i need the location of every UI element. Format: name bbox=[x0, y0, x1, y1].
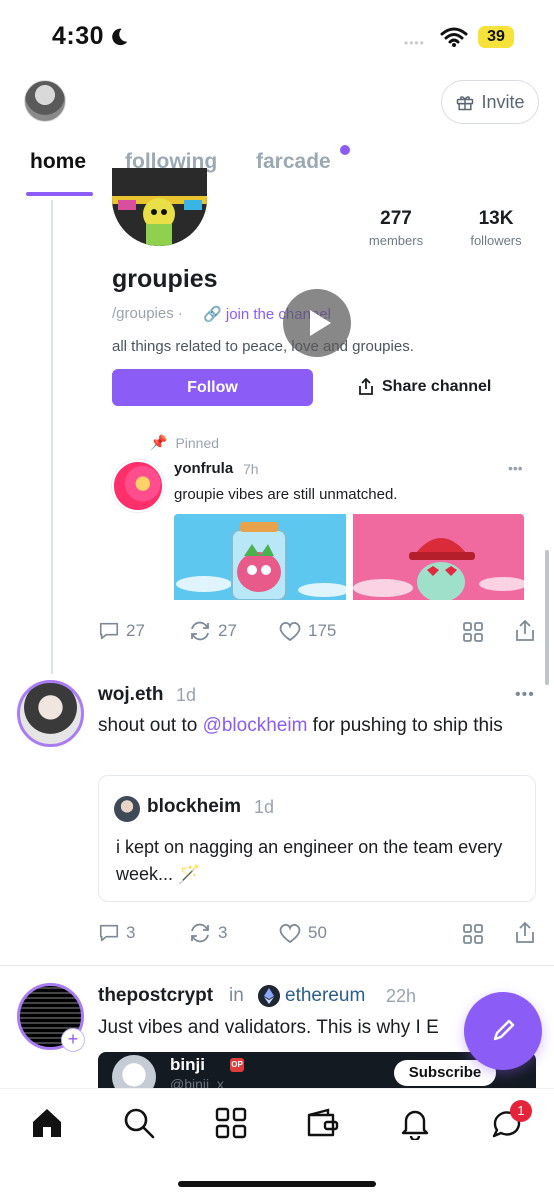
recast-button[interactable]: 27 bbox=[188, 620, 237, 642]
wallet-icon[interactable] bbox=[306, 1106, 340, 1140]
share-icon bbox=[359, 378, 373, 395]
invite-label: Invite bbox=[481, 91, 525, 112]
active-tab-indicator bbox=[26, 192, 93, 196]
quote-text: i kept on nagging an engineer on the tea… bbox=[116, 837, 503, 884]
signal-dots-icon: •••• bbox=[404, 36, 425, 50]
followers-label: followers bbox=[470, 233, 522, 248]
members-label: members bbox=[368, 233, 424, 248]
share-channel-button[interactable]: Share channel bbox=[358, 378, 491, 396]
ethereum-icon bbox=[258, 985, 280, 1007]
in-label: in bbox=[229, 985, 244, 1006]
wifi-icon bbox=[440, 27, 468, 47]
heart-icon bbox=[279, 621, 301, 642]
play-video-button[interactable] bbox=[283, 289, 351, 357]
share-channel-label: Share channel bbox=[382, 378, 492, 395]
home-icon[interactable] bbox=[30, 1106, 64, 1140]
grid-icon[interactable] bbox=[462, 621, 484, 643]
share-icon[interactable] bbox=[514, 619, 536, 643]
recast-icon bbox=[191, 621, 209, 641]
post-text-before: shout out to bbox=[98, 715, 203, 736]
channel-name[interactable]: groupies bbox=[112, 265, 218, 294]
like-count: 175 bbox=[308, 621, 337, 640]
tab-home[interactable]: home bbox=[30, 150, 86, 174]
embed-username: binji bbox=[170, 1055, 205, 1074]
follow-plus-icon[interactable]: + bbox=[61, 1028, 85, 1052]
reply-count: 27 bbox=[126, 621, 145, 640]
post-text-after: for pushing to ship this bbox=[307, 715, 503, 736]
tab-farcade[interactable]: farcade bbox=[256, 150, 331, 174]
recast-count: 27 bbox=[218, 621, 237, 640]
followers-count: 13K bbox=[478, 208, 514, 229]
grid-icon[interactable] bbox=[462, 923, 484, 945]
pinned-post-image-1[interactable] bbox=[174, 514, 346, 600]
reply-button[interactable]: 27 bbox=[98, 620, 145, 642]
pinned-indicator: 📌 Pinned bbox=[150, 434, 219, 451]
pinned-post-more-icon[interactable]: ••• bbox=[508, 460, 523, 476]
status-time: 4:30 bbox=[52, 22, 105, 50]
woj-avatar[interactable] bbox=[17, 680, 84, 747]
op-badge: OP bbox=[230, 1058, 244, 1072]
play-icon bbox=[310, 310, 331, 336]
comment-icon bbox=[99, 622, 119, 640]
post-time: 1d bbox=[176, 685, 197, 705]
bell-icon[interactable] bbox=[398, 1106, 432, 1140]
channel-link[interactable]: ethereum bbox=[285, 985, 365, 1007]
battery-indicator: 39 bbox=[478, 26, 514, 48]
post-text: shout out to @blockheim for pushing to s… bbox=[98, 713, 528, 739]
quote-username[interactable]: blockheim bbox=[147, 796, 241, 818]
like-count: 50 bbox=[308, 923, 327, 942]
pinned-post-avatar[interactable] bbox=[112, 460, 164, 512]
search-icon[interactable] bbox=[122, 1106, 156, 1140]
share-icon[interactable] bbox=[514, 921, 536, 945]
channel-description: all things related to peace, love and gr… bbox=[112, 338, 414, 355]
members-count: 277 bbox=[380, 208, 412, 229]
apps-grid-icon[interactable] bbox=[214, 1106, 248, 1140]
heart-icon bbox=[279, 923, 301, 944]
pinned-post-time: 7h bbox=[243, 461, 259, 477]
more-options-icon[interactable]: ••• bbox=[515, 686, 535, 704]
like-button[interactable]: 175 bbox=[278, 620, 336, 642]
pinned-post-text: groupie vibes are still unmatched. bbox=[174, 486, 398, 503]
comment-icon bbox=[99, 924, 119, 942]
home-indicator bbox=[178, 1181, 376, 1187]
post-time: 22h bbox=[386, 986, 417, 1006]
farcade-notification-dot bbox=[340, 145, 350, 155]
post-username[interactable]: thepostcrypt bbox=[98, 985, 213, 1007]
quote-time: 1d bbox=[254, 797, 275, 817]
invite-button[interactable]: Invite bbox=[441, 80, 539, 124]
recast-button[interactable]: 3 bbox=[188, 922, 227, 944]
like-button[interactable]: 50 bbox=[278, 922, 327, 944]
post-username[interactable]: woj.eth bbox=[98, 684, 163, 706]
link-icon: 🔗 bbox=[203, 306, 222, 323]
pinned-label: Pinned bbox=[175, 434, 220, 451]
thread-line bbox=[51, 200, 53, 674]
post-divider bbox=[0, 965, 554, 966]
pencil-icon bbox=[493, 1019, 515, 1041]
channel-handle: /groupies · bbox=[112, 305, 183, 322]
quote-avatar[interactable] bbox=[114, 796, 140, 822]
scrollbar[interactable] bbox=[545, 550, 549, 685]
channel-avatar[interactable] bbox=[112, 168, 207, 246]
pinned-post-image-2[interactable] bbox=[353, 514, 524, 600]
recast-icon bbox=[191, 923, 209, 943]
moon-icon bbox=[112, 28, 128, 46]
compose-button[interactable] bbox=[464, 992, 542, 1070]
mention-link[interactable]: @blockheim bbox=[203, 715, 308, 736]
recast-count: 3 bbox=[218, 923, 228, 942]
follow-channel-button[interactable]: Follow bbox=[112, 369, 313, 406]
gift-icon bbox=[457, 96, 474, 111]
reply-count: 3 bbox=[126, 923, 136, 942]
pinned-post-username[interactable]: yonfrula bbox=[174, 460, 233, 477]
profile-avatar[interactable] bbox=[24, 80, 66, 122]
subscribe-button[interactable]: Subscribe bbox=[394, 1060, 496, 1086]
messages-badge: 1 bbox=[510, 1100, 532, 1122]
reply-button[interactable]: 3 bbox=[98, 922, 135, 944]
post-text: Just vibes and validators. This is why I… bbox=[98, 1017, 439, 1038]
pin-icon: 📌 bbox=[150, 434, 168, 450]
